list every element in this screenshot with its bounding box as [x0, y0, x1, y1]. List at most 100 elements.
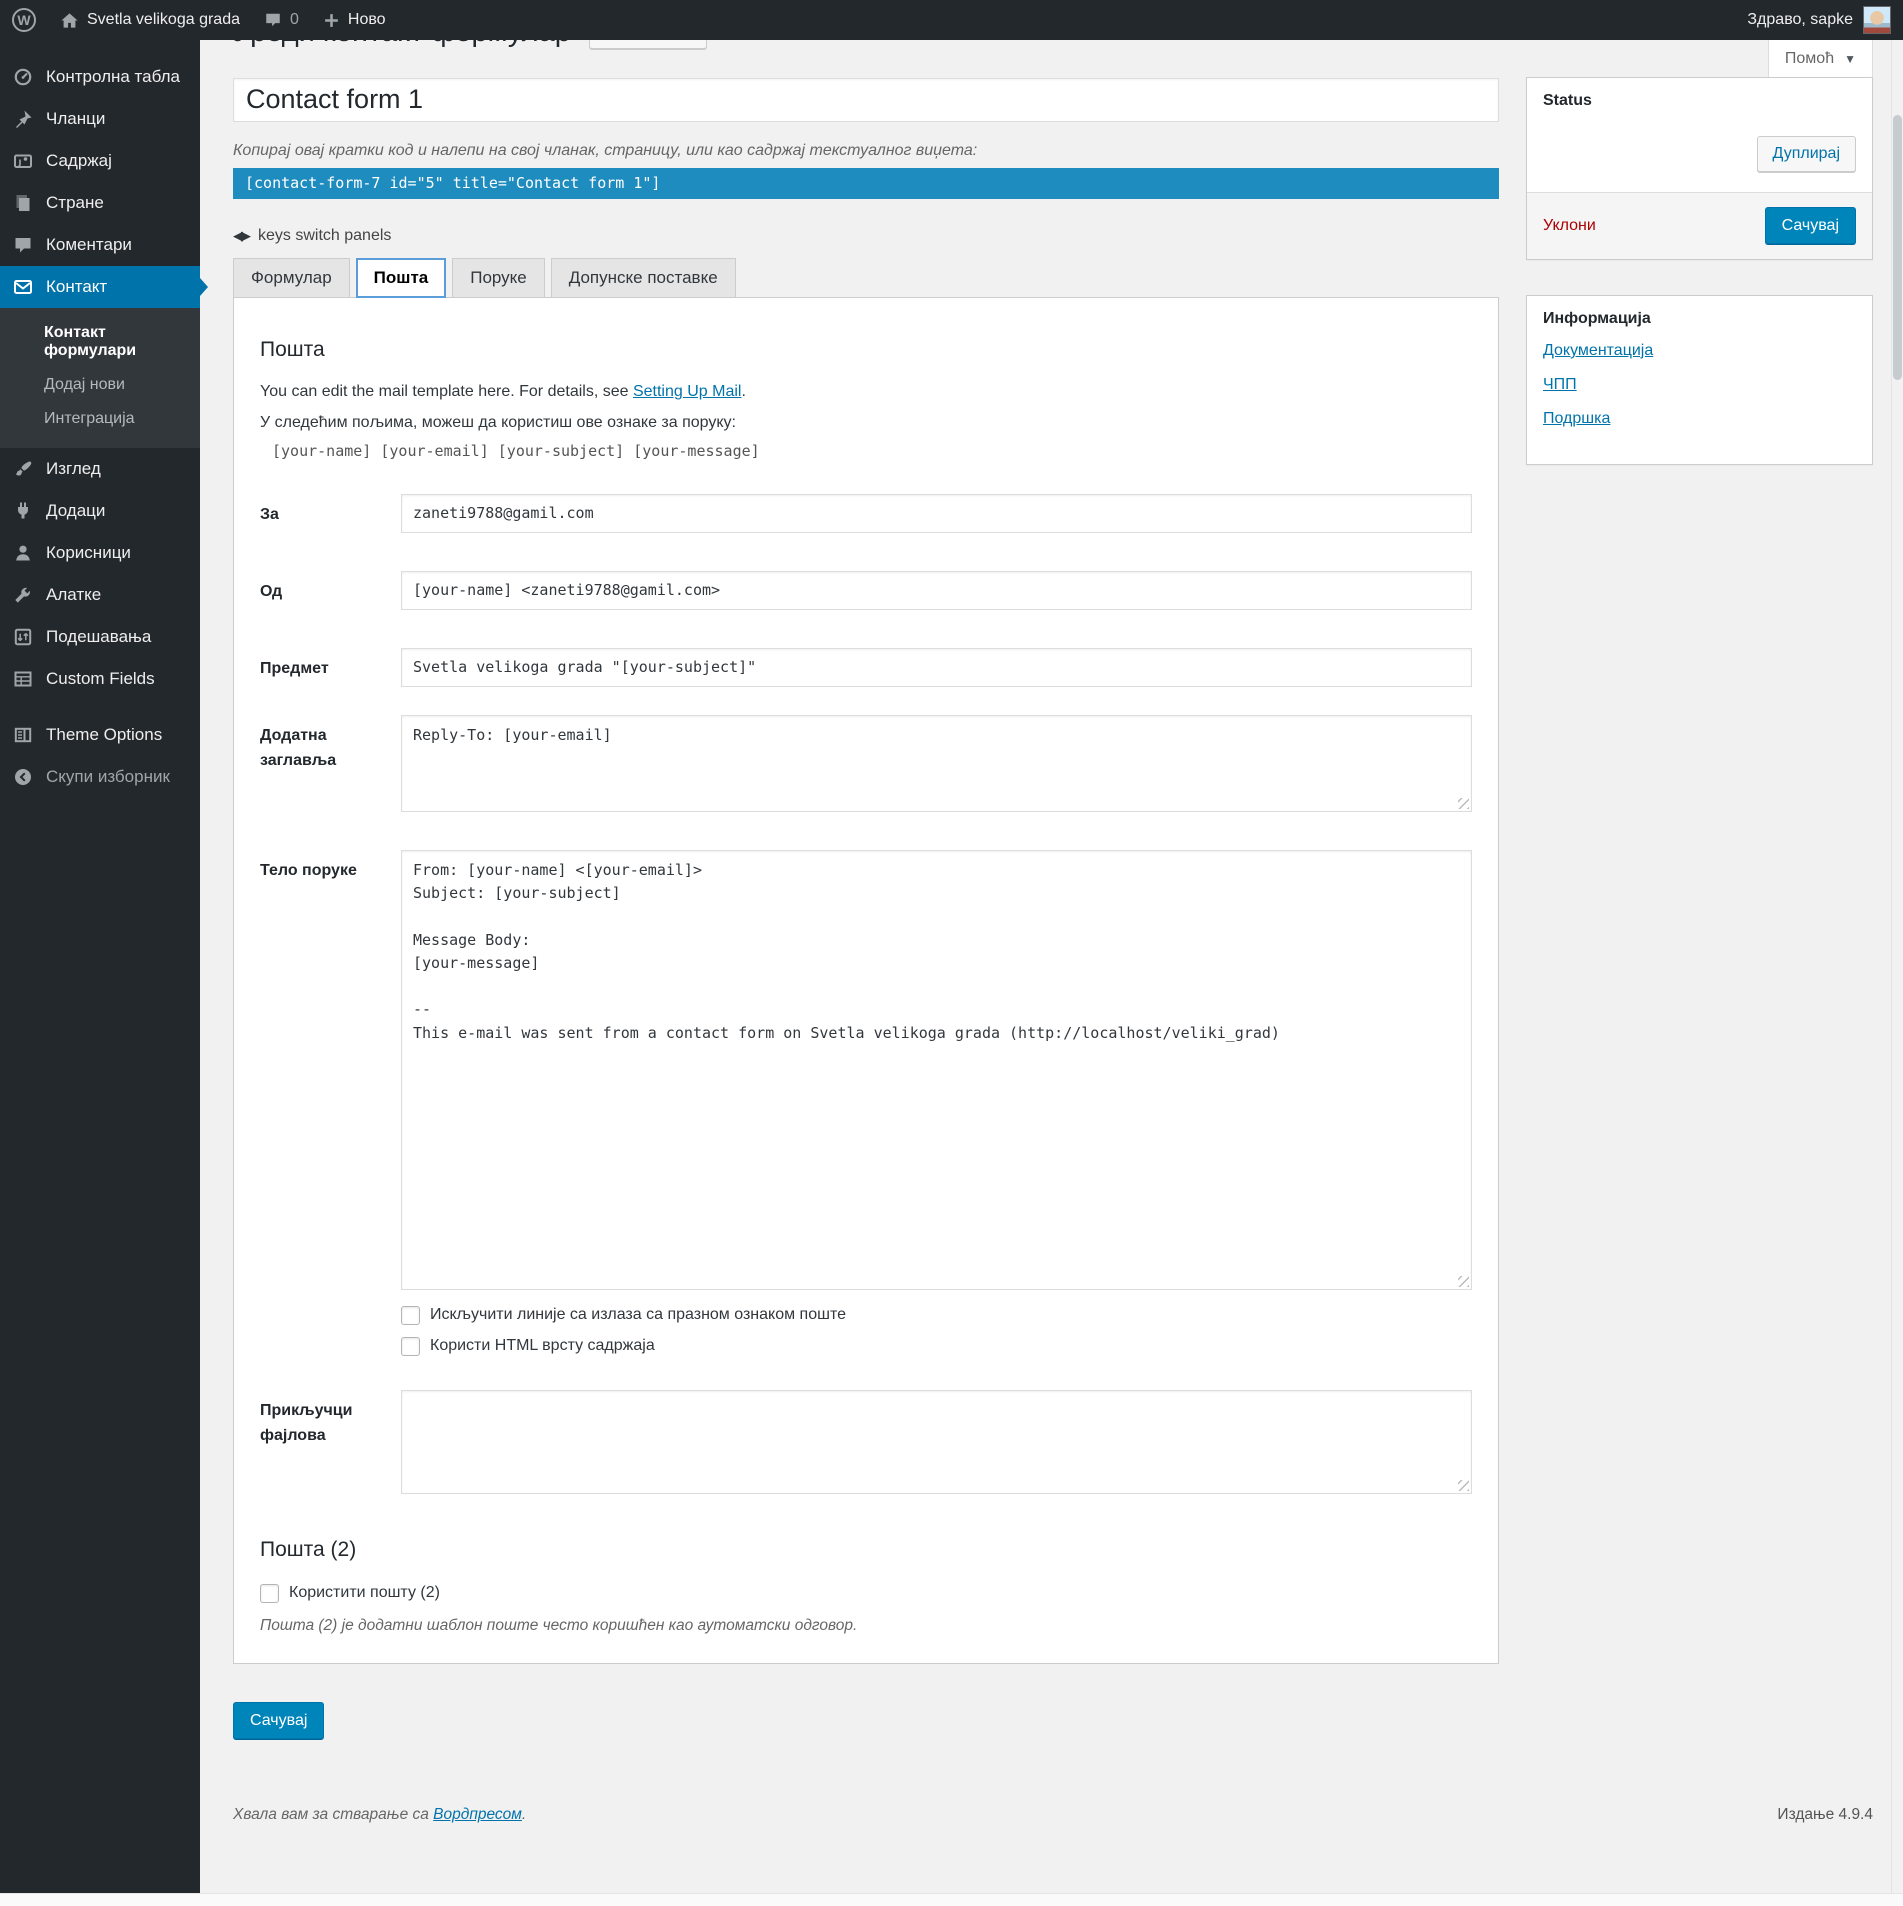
sidebar-item-theme-options[interactable]: Theme Options [0, 714, 200, 756]
sidebar-item-custom-fields[interactable]: Custom Fields [0, 658, 200, 700]
pages-icon [12, 192, 34, 214]
delete-link[interactable]: Уклони [1543, 217, 1596, 235]
mail2-heading: Пошта (2) [260, 1537, 357, 1561]
sidebar-item-collapse-menu[interactable]: Скупи изборник [0, 756, 200, 798]
sidebar-item-label: Алатке [46, 585, 102, 604]
user-greeting[interactable]: Здраво, sapke [1747, 11, 1853, 29]
intro-text: You can edit the mail template here. For… [260, 382, 633, 400]
comments-bubble-icon [264, 11, 282, 29]
sidebar-item-label: Контакт [46, 277, 108, 296]
comment-icon [12, 234, 34, 256]
exclude-blank-lines-checkbox[interactable] [401, 1305, 420, 1325]
save-button-sidebar[interactable]: Сачувај [1764, 207, 1856, 245]
collapse-arrow-icon [12, 766, 34, 788]
media-icon [12, 150, 34, 172]
wrench-icon [12, 584, 34, 606]
status-box-title: Status [1543, 92, 1592, 109]
avatar[interactable] [1863, 6, 1891, 34]
admin-sidebar: Контролна табла Чланци Садржај Стране Ко… [0, 40, 208, 1906]
sidebar-item-plugins[interactable]: Додаци [0, 490, 200, 532]
mail-to-input[interactable] [401, 493, 1472, 533]
mail-tags-list: [your-name] [your-email] [your-subject] … [272, 441, 760, 460]
footer-thanks-period: . [521, 1805, 527, 1823]
envelope-icon [12, 276, 34, 298]
intro-period: . [741, 382, 746, 400]
faq-link[interactable]: ЧПП [1543, 376, 1856, 394]
sidebar-item-tools[interactable]: Алатке [0, 574, 200, 616]
mail2-note: Пошта (2) је додатни шаблон поште често … [260, 1616, 858, 1634]
wordpress-menu[interactable]: W [0, 0, 48, 40]
site-link[interactable]: Svetla velikoga grada [48, 0, 252, 40]
sidebar-item-label: Подешавања [46, 627, 152, 646]
mail-subject-input[interactable] [401, 647, 1472, 687]
site-name: Svetla velikoga grada [87, 11, 240, 28]
submenu-integration[interactable]: Интеграција [0, 402, 200, 436]
tab-messages[interactable]: Поруке [452, 257, 545, 298]
sidebar-item-label: Изглед [46, 459, 101, 478]
use-mail2-checkbox[interactable] [260, 1583, 279, 1603]
mail-panel: Пошта You can edit the mail template her… [233, 296, 1499, 1664]
sidebar-item-label: Theme Options [46, 725, 163, 744]
sidebar-item-contact[interactable]: Контакт [0, 266, 208, 308]
form-title-input[interactable] [233, 77, 1499, 122]
sidebar-item-media[interactable]: Садржај [0, 140, 200, 182]
submenu-add-new[interactable]: Додај нови [0, 368, 200, 402]
information-box-title: Информација [1543, 310, 1651, 327]
menu-separator [0, 700, 200, 714]
editor-tabs: Формулар Пошта Поруке Допунске поставке [233, 257, 1499, 298]
mail-body-label: Тело поруке [260, 861, 357, 879]
tab-mail[interactable]: Пошта [355, 257, 447, 298]
comments-shortcut[interactable]: 0 [252, 0, 311, 40]
status-box: Status Дуплирај Уклони Сачувај [1526, 77, 1873, 260]
mail-from-label: Од [260, 582, 283, 600]
sidebar-item-label: Садржај [46, 151, 112, 170]
sidebar-item-label: Чланци [46, 109, 106, 128]
mail-from-input[interactable] [401, 570, 1472, 610]
sidebar-item-pages[interactable]: Стране [0, 182, 200, 224]
sidebar-item-dashboard[interactable]: Контролна табла [0, 56, 200, 98]
use-html-checkbox[interactable] [401, 1336, 420, 1356]
content-area: Уреди контакт формулар Додај нови Копира… [200, 0, 1903, 1854]
keys-hint-label: keys switch panels [258, 226, 392, 244]
support-link[interactable]: Подршка [1543, 410, 1856, 428]
footer-thanks-text: Хвала вам за стварање са [233, 1805, 434, 1823]
docs-link[interactable]: Документација [1543, 342, 1856, 360]
horizontal-scrollbar[interactable] [0, 1893, 1903, 1906]
sidebar-item-posts[interactable]: Чланци [0, 98, 200, 140]
duplicate-button[interactable]: Дуплирај [1756, 136, 1856, 172]
footer-thanks: Хвала вам за стварање са Вордпресом. [233, 1806, 526, 1824]
new-label: Ново [347, 11, 386, 28]
sidebar-item-label: Додаци [46, 501, 106, 520]
sidebar-item-appearance[interactable]: Изглед [0, 448, 200, 490]
submenu-contact-forms[interactable]: Контакт формулари [0, 316, 200, 368]
mail-attachments-textarea[interactable] [401, 1389, 1472, 1494]
left-right-arrows-icon: ◀▶ [233, 227, 251, 243]
sidebar-item-settings[interactable]: Подешавања [0, 616, 200, 658]
wordpress-logo-icon: W [12, 8, 36, 32]
mail-body-textarea[interactable]: From: [your-name] <[your-email]> Subject… [401, 849, 1472, 1290]
settings-sliders-icon [12, 626, 34, 648]
sidebar-item-label: Коментари [46, 235, 132, 254]
brush-icon [12, 458, 34, 480]
new-content-menu[interactable]: Ново [311, 0, 398, 40]
sidebar-item-comments[interactable]: Коментари [0, 224, 200, 266]
vertical-scrollbar[interactable] [1891, 40, 1903, 1893]
admin-bar: W Svetla velikoga grada 0 Ново Здраво, s… [0, 0, 1903, 40]
scrollbar-thumb[interactable] [1893, 115, 1902, 380]
plug-icon [12, 500, 34, 522]
setting-up-mail-link[interactable]: Setting Up Mail [633, 383, 742, 400]
tab-additional-settings[interactable]: Допунске поставке [550, 257, 736, 298]
sidebar-item-users[interactable]: Корисници [0, 532, 200, 574]
mail-additional-headers-textarea[interactable]: Reply-To: [your-email] [401, 714, 1472, 812]
tab-form[interactable]: Формулар [233, 257, 350, 298]
dashboard-icon [12, 66, 34, 88]
mail-attachments-label: Прикључци фајлова [260, 1401, 353, 1444]
sidebar-item-label: Корисници [46, 543, 131, 562]
contact-submenu: Контакт формулари Додај нови Интеграција [0, 308, 200, 448]
save-button-bottom[interactable]: Сачувај [233, 1701, 325, 1740]
table-grid-icon [12, 668, 34, 690]
shortcode-field[interactable]: [contact-form-7 id="5" title="Contact fo… [233, 167, 1499, 199]
mail-to-label: За [260, 505, 279, 523]
wordpress-link[interactable]: Вордпресом [433, 1806, 522, 1823]
user-icon [12, 542, 34, 564]
